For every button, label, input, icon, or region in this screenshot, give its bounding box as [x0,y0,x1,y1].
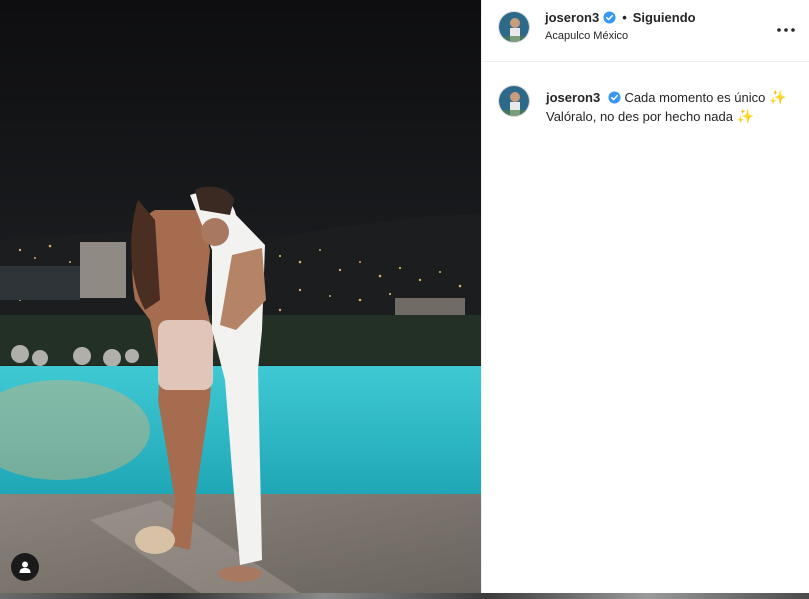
avatar-image [499,86,529,116]
following-button[interactable]: Siguiendo [633,10,696,25]
post-side-panel: joseron3 • Siguiendo Acapulco México jos… [481,0,809,593]
verified-badge-icon [603,11,616,24]
sparkles-icon: ✨ [736,108,755,124]
post-image [0,0,481,593]
post-header: joseron3 • Siguiendo Acapulco México [482,0,809,62]
user-tag-button[interactable] [11,553,39,581]
header-username[interactable]: joseron3 [545,10,599,25]
background-strip [0,593,809,599]
avatar-image [499,12,529,42]
caption-username[interactable]: joseron3 [546,90,600,105]
separator-dot: • [622,10,627,25]
more-options-icon [777,28,795,32]
caption-line-1: Cada momento es único [624,90,766,105]
post-photo[interactable] [0,0,481,593]
verified-badge-icon [608,91,621,104]
caption-line-2: Valóralo, no des por hecho nada [546,109,733,124]
user-tag-icon [19,561,31,573]
caption-block: joseron3 Cada momento es único ✨ Valóral… [482,62,809,142]
caption-text: joseron3 Cada momento es único ✨ Valóral… [546,88,798,126]
avatar[interactable] [498,85,530,117]
header-user-row: joseron3 • Siguiendo [545,10,696,25]
sparkles-icon: ✨ [768,89,787,105]
avatar[interactable] [498,11,530,43]
more-options-button[interactable] [774,18,798,42]
location-link[interactable]: Acapulco México [545,30,628,42]
